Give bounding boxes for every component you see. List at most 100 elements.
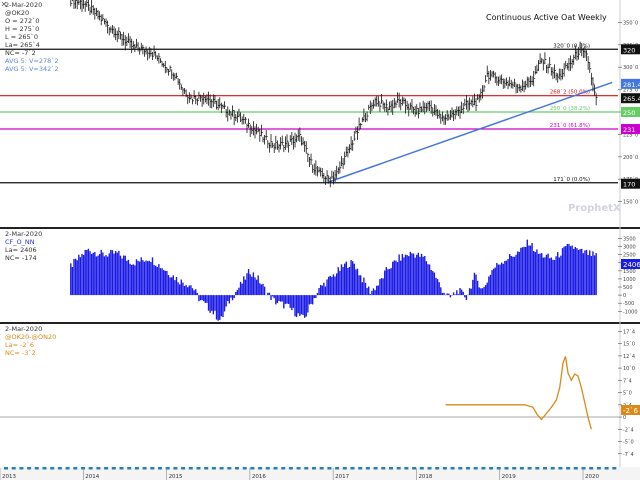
- cot-tick-label: 1500: [623, 269, 636, 275]
- x-axis-scroll-segment[interactable]: [243, 467, 247, 470]
- x-axis-scroll-segment[interactable]: [289, 467, 293, 470]
- cot-bar: [591, 256, 592, 295]
- x-axis-scroll-segment[interactable]: [235, 467, 239, 470]
- x-axis-scroll-segment[interactable]: [366, 467, 370, 470]
- x-axis-scroll-segment[interactable]: [443, 467, 447, 470]
- x-axis-scroll-segment[interactable]: [35, 467, 39, 470]
- x-axis-scroll-segment[interactable]: [12, 467, 16, 470]
- x-axis-scroll-segment[interactable]: [197, 467, 201, 470]
- cot-bar: [267, 293, 268, 295]
- x-axis-scroll-segment[interactable]: [589, 467, 593, 470]
- cot-bar: [483, 287, 484, 295]
- x-axis-scroll-segment[interactable]: [150, 467, 154, 470]
- x-axis-scroll-segment[interactable]: [351, 467, 355, 470]
- cot-bar: [509, 254, 510, 295]
- x-axis-scroll-segment[interactable]: [274, 467, 278, 470]
- cot-bar: [89, 251, 90, 295]
- x-axis-scroll-segment[interactable]: [50, 467, 54, 470]
- x-axis-scroll-segment[interactable]: [358, 467, 362, 470]
- x-axis-scroll-segment[interactable]: [220, 467, 224, 470]
- x-axis-scroll-segment[interactable]: [112, 467, 116, 470]
- x-axis-scroll-segment[interactable]: [127, 467, 131, 470]
- cot-header-date: 2-Mar-2020: [5, 230, 42, 238]
- x-axis-scroll-segment[interactable]: [612, 467, 616, 470]
- x-axis-scroll-segment[interactable]: [497, 467, 501, 470]
- x-axis-scroll-segment[interactable]: [96, 467, 100, 470]
- x-axis-scroll-segment[interactable]: [535, 467, 539, 470]
- x-axis-scroll-segment[interactable]: [281, 467, 285, 470]
- x-axis-scroll-segment[interactable]: [435, 467, 439, 470]
- year-label: 2017: [335, 474, 349, 480]
- x-axis-scroll-segment[interactable]: [4, 467, 8, 470]
- x-axis-scroll-segment[interactable]: [73, 467, 77, 470]
- x-axis-scroll-segment[interactable]: [335, 467, 339, 470]
- cot-bar: [589, 250, 590, 295]
- x-axis-scroll-segment[interactable]: [66, 467, 70, 470]
- cot-bar: [522, 247, 523, 295]
- x-axis-scroll-segment[interactable]: [266, 467, 270, 470]
- x-axis-scroll-segment[interactable]: [143, 467, 147, 470]
- x-axis-scroll-segment[interactable]: [227, 467, 231, 470]
- x-axis-scroll-segment[interactable]: [397, 467, 401, 470]
- x-axis-scroll-segment[interactable]: [189, 467, 193, 470]
- x-axis-scroll-segment[interactable]: [520, 467, 524, 470]
- x-axis-scroll-segment[interactable]: [574, 467, 578, 470]
- cot-bar: [546, 255, 547, 295]
- cot-bar: [471, 289, 472, 295]
- x-axis-scroll-segment[interactable]: [104, 467, 108, 470]
- cot-bar: [227, 295, 228, 301]
- x-axis-scroll-segment[interactable]: [343, 467, 347, 470]
- x-axis-scroll-segment[interactable]: [605, 467, 609, 470]
- x-axis-scroll-segment[interactable]: [58, 467, 62, 470]
- cot-bar: [563, 247, 564, 296]
- x-axis-scroll-segment[interactable]: [320, 467, 324, 470]
- x-axis-scroll-segment[interactable]: [451, 467, 455, 470]
- x-axis-scroll-segment[interactable]: [327, 467, 331, 470]
- x-axis-scroll-segment[interactable]: [135, 467, 139, 470]
- cot-bar: [203, 295, 204, 301]
- x-axis-scroll-segment[interactable]: [458, 467, 462, 470]
- cot-bar: [246, 273, 247, 295]
- x-axis-scroll-segment[interactable]: [466, 467, 470, 470]
- x-axis-scroll-segment[interactable]: [505, 467, 509, 470]
- x-axis-scroll-segment[interactable]: [304, 467, 308, 470]
- cot-bar: [330, 276, 331, 295]
- x-axis-scroll-segment[interactable]: [412, 467, 416, 470]
- x-axis-scroll-segment[interactable]: [420, 467, 424, 470]
- x-axis-scroll-segment[interactable]: [19, 467, 23, 470]
- x-axis-scroll-segment[interactable]: [89, 467, 93, 470]
- x-axis-scroll-segment[interactable]: [389, 467, 393, 470]
- cot-bar: [386, 267, 387, 295]
- x-axis-scroll-segment[interactable]: [158, 467, 162, 470]
- x-axis-scroll-segment[interactable]: [120, 467, 124, 470]
- x-axis-scroll-segment[interactable]: [381, 467, 385, 470]
- x-axis-scroll-segment[interactable]: [551, 467, 555, 470]
- x-axis-scroll-segment[interactable]: [374, 467, 378, 470]
- x-axis-scroll-segment[interactable]: [558, 467, 562, 470]
- x-axis-scroll-segment[interactable]: [27, 467, 31, 470]
- x-axis-scroll-segment[interactable]: [489, 467, 493, 470]
- x-axis-scroll-segment[interactable]: [597, 467, 601, 470]
- cot-bar: [459, 288, 460, 295]
- x-axis-scroll-segment[interactable]: [312, 467, 316, 470]
- x-axis-scroll-segment[interactable]: [528, 467, 532, 470]
- x-axis-scroll-segment[interactable]: [428, 467, 432, 470]
- x-axis-scroll-segment[interactable]: [297, 467, 301, 470]
- x-axis-scroll-segment[interactable]: [181, 467, 185, 470]
- x-axis-scroll-segment[interactable]: [43, 467, 47, 470]
- price-badge: 320: [623, 46, 635, 54]
- x-axis-scroll-segment[interactable]: [543, 467, 547, 470]
- x-axis-scroll-segment[interactable]: [204, 467, 208, 470]
- cot-bar: [419, 257, 420, 295]
- x-axis-scroll-segment[interactable]: [404, 467, 408, 470]
- x-axis-scroll-segment[interactable]: [566, 467, 570, 470]
- x-axis-scroll-segment[interactable]: [258, 467, 262, 470]
- x-axis-scroll-segment[interactable]: [173, 467, 177, 470]
- x-axis-scroll-segment[interactable]: [212, 467, 216, 470]
- x-axis-scroll-segment[interactable]: [250, 467, 254, 470]
- x-axis-scroll-segment[interactable]: [582, 467, 586, 470]
- x-axis-scroll-segment[interactable]: [474, 467, 478, 470]
- cot-bar: [72, 267, 73, 295]
- x-axis-scroll-segment[interactable]: [481, 467, 485, 470]
- x-axis-scroll-segment[interactable]: [512, 467, 516, 470]
